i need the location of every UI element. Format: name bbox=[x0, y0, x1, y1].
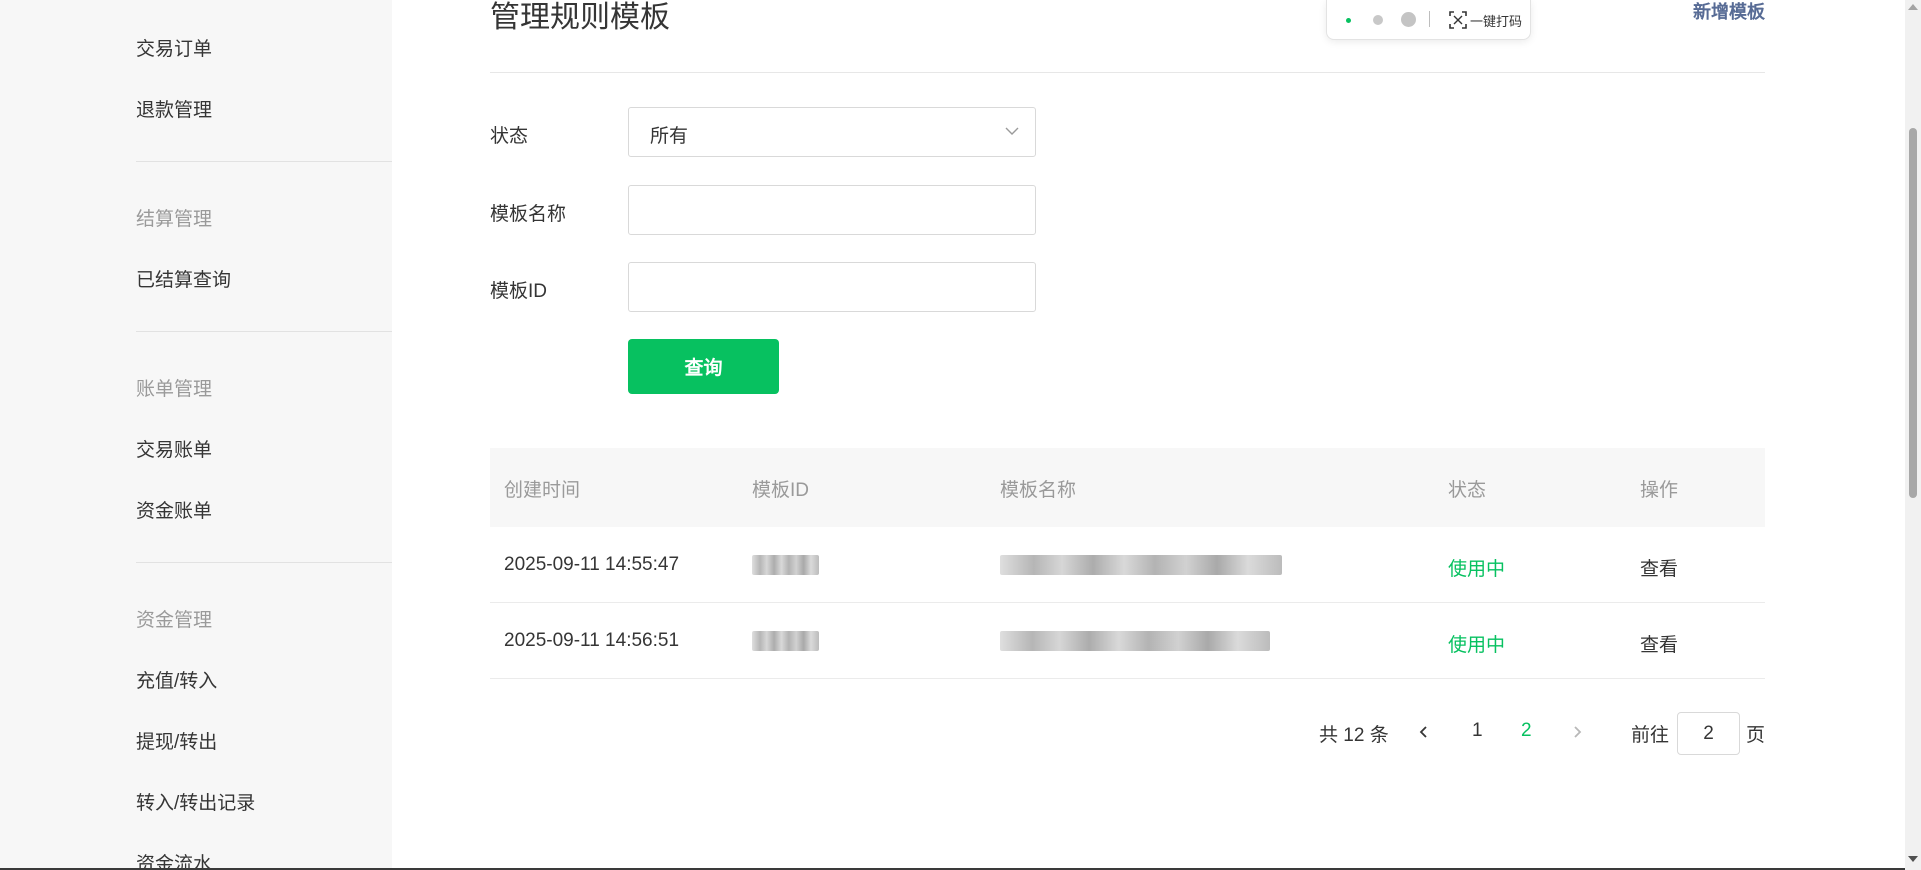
add-template-link[interactable]: 新增模板 bbox=[1693, 0, 1765, 24]
status-select-value: 所有 bbox=[650, 126, 689, 147]
sidebar-item-settled-query[interactable]: 已结算查询 bbox=[136, 265, 231, 292]
medium-dot-icon[interactable] bbox=[1373, 15, 1383, 25]
created-time-cell: 2025-09-11 14:55:47 bbox=[504, 554, 680, 575]
goto-page-input[interactable] bbox=[1677, 712, 1740, 755]
column-header-template-id: 模板ID bbox=[752, 480, 810, 501]
scroll-up-icon[interactable] bbox=[1908, 4, 1918, 10]
redacted-template-id bbox=[752, 555, 819, 575]
redacted-template-name bbox=[1000, 555, 1282, 575]
status-cell: 使用中 bbox=[1448, 559, 1506, 580]
page-number-2[interactable]: 2 bbox=[1521, 720, 1532, 742]
toolbar-separator bbox=[1429, 11, 1430, 27]
sidebar: 交易订单 退款管理 结算管理 已结算查询 账单管理 交易账单 资金账单 资金管理… bbox=[0, 0, 392, 870]
vertical-scrollbar[interactable] bbox=[1905, 0, 1921, 870]
column-header-created: 创建时间 bbox=[504, 480, 581, 501]
chevron-down-icon bbox=[1005, 127, 1019, 135]
sidebar-item-refunds[interactable]: 退款管理 bbox=[136, 95, 212, 122]
scan-icon[interactable] bbox=[1448, 10, 1468, 30]
chevron-right-icon[interactable] bbox=[1567, 722, 1587, 742]
column-header-status: 状态 bbox=[1448, 480, 1487, 501]
sidebar-group-bills: 账单管理 bbox=[136, 379, 213, 400]
template-name-input[interactable] bbox=[629, 186, 1035, 234]
sidebar-divider bbox=[136, 331, 392, 332]
template-id-label: 模板ID bbox=[490, 281, 548, 302]
template-name-label: 模板名称 bbox=[490, 204, 567, 225]
column-header-action: 操作 bbox=[1640, 480, 1679, 501]
pagination-total: 共 12 条 bbox=[1319, 725, 1389, 746]
small-dot-icon[interactable] bbox=[1346, 18, 1351, 23]
sidebar-item-trade-orders[interactable]: 交易订单 bbox=[136, 34, 212, 61]
redacted-template-id bbox=[752, 631, 819, 651]
status-label: 状态 bbox=[490, 126, 529, 147]
sidebar-group-settlement: 结算管理 bbox=[136, 209, 213, 230]
sidebar-item-fund-bills[interactable]: 资金账单 bbox=[136, 496, 212, 523]
view-link[interactable]: 查看 bbox=[1640, 630, 1678, 657]
page-suffix: 页 bbox=[1746, 725, 1766, 746]
goto-label: 前往 bbox=[1631, 725, 1670, 746]
page-number-1[interactable]: 1 bbox=[1472, 720, 1483, 742]
sidebar-group-funds: 资金管理 bbox=[136, 610, 213, 631]
table-row: 2025-09-11 14:55:47 使用中 查看 bbox=[490, 527, 1765, 603]
template-name-field[interactable] bbox=[628, 185, 1036, 235]
scroll-down-icon[interactable] bbox=[1908, 856, 1918, 862]
sidebar-item-trade-bills[interactable]: 交易账单 bbox=[136, 435, 212, 462]
sidebar-item-withdraw[interactable]: 提现/转出 bbox=[136, 727, 217, 754]
redacted-template-name bbox=[1000, 631, 1270, 651]
table-row: 2025-09-11 14:56:51 使用中 查看 bbox=[490, 603, 1765, 679]
template-id-field[interactable] bbox=[628, 262, 1036, 312]
view-link[interactable]: 查看 bbox=[1640, 554, 1678, 581]
sidebar-item-recharge[interactable]: 充值/转入 bbox=[136, 666, 217, 693]
chevron-left-icon[interactable] bbox=[1414, 722, 1434, 742]
sidebar-item-fund-flow[interactable]: 资金流水 bbox=[136, 849, 212, 870]
scroll-thumb[interactable] bbox=[1909, 128, 1917, 498]
created-time-cell: 2025-09-11 14:56:51 bbox=[504, 630, 680, 651]
sidebar-item-transfer-records[interactable]: 转入/转出记录 bbox=[136, 788, 255, 815]
template-id-input[interactable] bbox=[629, 263, 1035, 311]
status-select[interactable]: 所有 bbox=[628, 107, 1036, 157]
mosaic-button-label[interactable]: 一键打码 bbox=[1470, 11, 1522, 30]
table-header: 创建时间 模板ID 模板名称 状态 操作 bbox=[490, 448, 1765, 527]
page-title: 管理规则模板 bbox=[490, 1, 670, 34]
query-button[interactable]: 查询 bbox=[628, 339, 779, 394]
sidebar-divider bbox=[136, 161, 392, 162]
large-dot-icon[interactable] bbox=[1401, 12, 1416, 27]
template-table: 创建时间 模板ID 模板名称 状态 操作 2025-09-11 14:55:47… bbox=[490, 448, 1765, 679]
floating-toolbar: 一键打码 bbox=[1326, 0, 1531, 40]
column-header-template-name: 模板名称 bbox=[1000, 480, 1077, 501]
status-cell: 使用中 bbox=[1448, 635, 1506, 656]
title-divider bbox=[490, 72, 1765, 73]
sidebar-divider bbox=[136, 562, 392, 563]
